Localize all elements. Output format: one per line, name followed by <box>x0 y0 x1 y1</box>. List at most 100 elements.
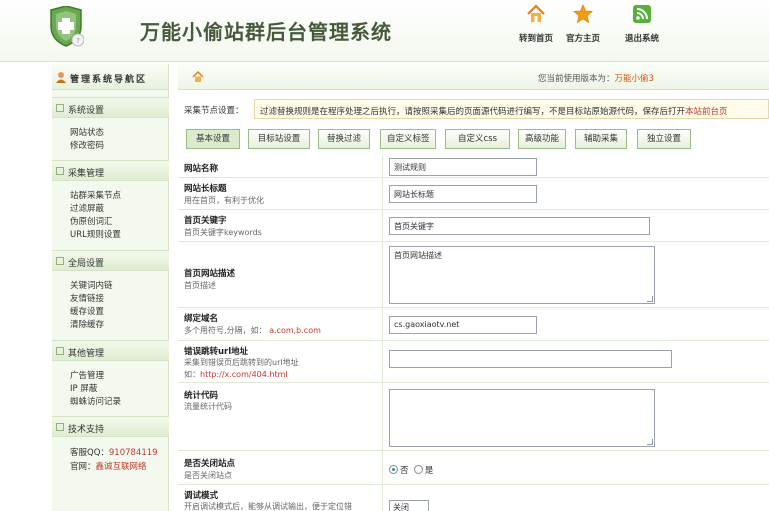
site-name-label: 网站名称 <box>184 164 219 174</box>
sidebar-section-label: 系统设置 <box>68 106 105 116</box>
support-qq-label: 客服QQ： <box>70 448 109 458</box>
sidebar: 管理系统导航区 系统设置 网站状态 修改密码 采集管理 站群采集节点 过滤屏蔽 … <box>52 64 169 511</box>
home-description-label: 首页网站描述 <box>184 269 236 279</box>
form-row-bind-domain: 绑定域名 多个用符号,分隔，如： a.com,b.com cs.gaoxiaot… <box>178 308 769 341</box>
tab-advanced[interactable]: 高级功能 <box>518 129 566 149</box>
form-row-home-keywords: 首页关键字 首页关键字keywords 首页关键字 <box>178 210 769 242</box>
collapse-icon <box>56 104 64 112</box>
sidebar-item-friend-links[interactable]: 友情链接 <box>70 292 104 304</box>
close-site-radio-group: 否 是 <box>389 464 433 476</box>
home-keywords-label: 首页关键字 <box>184 216 227 226</box>
close-site-radio-no[interactable] <box>389 465 398 474</box>
app-header: ? 万能小偷站群后台管理系统 转到首页 官方主页 退出系统 <box>0 0 769 62</box>
rss-icon <box>633 5 651 23</box>
bind-domain-hint: 多个用符号,分隔，如： <box>184 326 267 335</box>
long-title-input[interactable]: 网站长标题 <box>389 185 537 203</box>
form-row-debug-mode: 调试模式 开启调试模式后，能够从调试输出，便于定位错 关闭 <box>178 485 769 511</box>
support-site-link[interactable]: 鑫诚互联网络 <box>96 462 147 472</box>
sidebar-item-clear-cache[interactable]: 清除缓存 <box>70 318 104 330</box>
collapse-icon <box>56 257 64 265</box>
debug-mode-value: 关闭 <box>393 503 409 511</box>
tab-basic[interactable]: 基本设置 <box>186 129 240 149</box>
home-keywords-hint: 首页关键字keywords <box>184 228 262 237</box>
collapse-icon <box>56 167 64 175</box>
sidebar-section-support[interactable]: 技术支持 <box>52 416 169 437</box>
resize-grip-icon[interactable] <box>647 296 653 302</box>
sidebar-section-label: 全局设置 <box>68 259 105 269</box>
breadcrumb: 您当前使用版本为：万能小偷3 <box>178 64 769 90</box>
stat-code-hint: 流量统计代码 <box>184 402 232 411</box>
version-info: 您当前使用版本为：万能小偷3 <box>538 72 654 84</box>
sidebar-section-global[interactable]: 全局设置 <box>52 250 169 271</box>
tab-assist-collect[interactable]: 辅助采集 <box>575 129 627 149</box>
tab-custom-css[interactable]: 自定义css <box>445 129 510 149</box>
close-site-hint: 是否关闭站点 <box>184 471 232 480</box>
long-title-hint: 用在首页，有利于优化 <box>184 196 264 205</box>
stat-code-label: 统计代码 <box>184 391 219 401</box>
support-qq-value[interactable]: 910784119 <box>109 448 158 458</box>
sidebar-item-change-password[interactable]: 修改密码 <box>70 139 104 151</box>
sidebar-item-pseudo-words[interactable]: 伪原创词汇 <box>70 215 113 227</box>
form-row-home-description: 首页网站描述 首页描述 首页网站描述 <box>178 242 769 308</box>
official-site-link[interactable]: 官方主页 <box>553 4 613 44</box>
home-icon <box>527 4 545 22</box>
notice-link[interactable]: 本站前台页 <box>685 107 728 117</box>
tab-custom-tags[interactable]: 自定义标签 <box>380 129 436 149</box>
sidebar-section-collect[interactable]: 采集管理 <box>52 160 169 181</box>
home-description-hint: 首页描述 <box>184 281 216 290</box>
error-redirect-example: http://x.com/404.html <box>200 370 288 379</box>
sidebar-item-keyword-links[interactable]: 关键词内链 <box>70 279 113 291</box>
error-redirect-input[interactable] <box>389 350 672 368</box>
notice-label: 采集节点设置： <box>184 106 244 116</box>
close-site-radio-yes[interactable] <box>413 465 423 474</box>
home-keywords-input[interactable]: 首页关键字 <box>389 217 650 235</box>
long-title-label: 网站长标题 <box>184 184 227 194</box>
sidebar-section-system[interactable]: 系统设置 <box>52 97 169 118</box>
official-site-label: 官方主页 <box>565 34 600 44</box>
close-site-no-label: 否 <box>400 466 409 476</box>
logout-link[interactable]: 退出系统 <box>612 4 672 44</box>
sidebar-item-ads[interactable]: 广告管理 <box>70 369 104 381</box>
sidebar-item-cache-settings[interactable]: 缓存设置 <box>70 305 104 317</box>
star-icon <box>573 4 593 24</box>
form-row-close-site: 是否关闭站点 是否关闭站点 否 是 <box>178 451 769 485</box>
sidebar-section-label: 采集管理 <box>68 169 105 179</box>
sidebar-item-ip-block[interactable]: IP 屏蔽 <box>70 382 97 394</box>
main-content: 您当前使用版本为：万能小偷3 采集节点设置： 过滤替换规则是在程序处理之后执行，… <box>178 64 769 511</box>
resize-grip-icon[interactable] <box>647 439 653 445</box>
bind-domain-input[interactable]: cs.gaoxiaotv.net <box>389 316 537 334</box>
form-row-error-redirect: 错误跳转url地址 采集到错误页后跳转到的url地址 如：http://x.co… <box>178 341 769 383</box>
notice-bar: 采集节点设置： 过滤替换规则是在程序处理之后执行，请按照采集后的页面源代码进行编… <box>184 99 769 119</box>
site-name-input[interactable]: 测试规则 <box>389 158 537 176</box>
error-redirect-hint2-prefix: 如： <box>184 370 200 379</box>
debug-mode-select[interactable]: 关闭 <box>389 500 429 511</box>
form-row-stat-code: 统计代码 流量统计代码 <box>178 383 769 451</box>
sidebar-section-other[interactable]: 其他管理 <box>52 340 169 361</box>
tab-replace-filter[interactable]: 替换过滤 <box>318 129 370 149</box>
tab-standalone[interactable]: 独立设置 <box>637 129 691 149</box>
bind-domain-hint-wrap: 多个用符号,分隔，如： a.com,b.com <box>184 325 321 336</box>
sidebar-item-url-rules[interactable]: URL规则设置 <box>70 228 121 240</box>
error-redirect-hint: 采集到错误页后跳转到的url地址 <box>184 358 299 367</box>
sidebar-item-site-status[interactable]: 网站状态 <box>70 126 104 138</box>
home-description-textarea[interactable]: 首页网站描述 <box>389 246 655 304</box>
logout-label: 退出系统 <box>624 34 659 44</box>
collapse-icon <box>56 347 64 355</box>
stat-code-textarea[interactable] <box>389 389 655 447</box>
close-site-label: 是否关闭站点 <box>184 459 236 469</box>
debug-mode-label: 调试模式 <box>184 491 219 501</box>
error-redirect-hint2: 如：http://x.com/404.html <box>184 369 288 380</box>
sidebar-section-label: 其他管理 <box>68 349 105 359</box>
sidebar-title: 管理系统导航区 <box>70 75 148 85</box>
debug-mode-hint: 开启调试模式后，能够从调试输出，便于定位错 <box>184 502 352 511</box>
user-icon <box>56 72 66 83</box>
home-icon[interactable] <box>192 71 204 83</box>
svg-text:?: ? <box>76 37 80 45</box>
sidebar-item-filter-block[interactable]: 过滤屏蔽 <box>70 202 104 214</box>
notice-text: 过滤替换规则是在程序处理之后执行，请按照采集后的页面源代码进行编写，不是目标站原… <box>260 107 686 117</box>
support-site-label: 官网： <box>70 462 96 472</box>
sidebar-item-spider-log[interactable]: 蜘蛛访问记录 <box>70 395 121 407</box>
sidebar-header: 管理系统导航区 <box>52 64 168 90</box>
sidebar-item-collect-nodes[interactable]: 站群采集节点 <box>70 189 121 201</box>
tab-target-site[interactable]: 目标站设置 <box>248 129 310 149</box>
